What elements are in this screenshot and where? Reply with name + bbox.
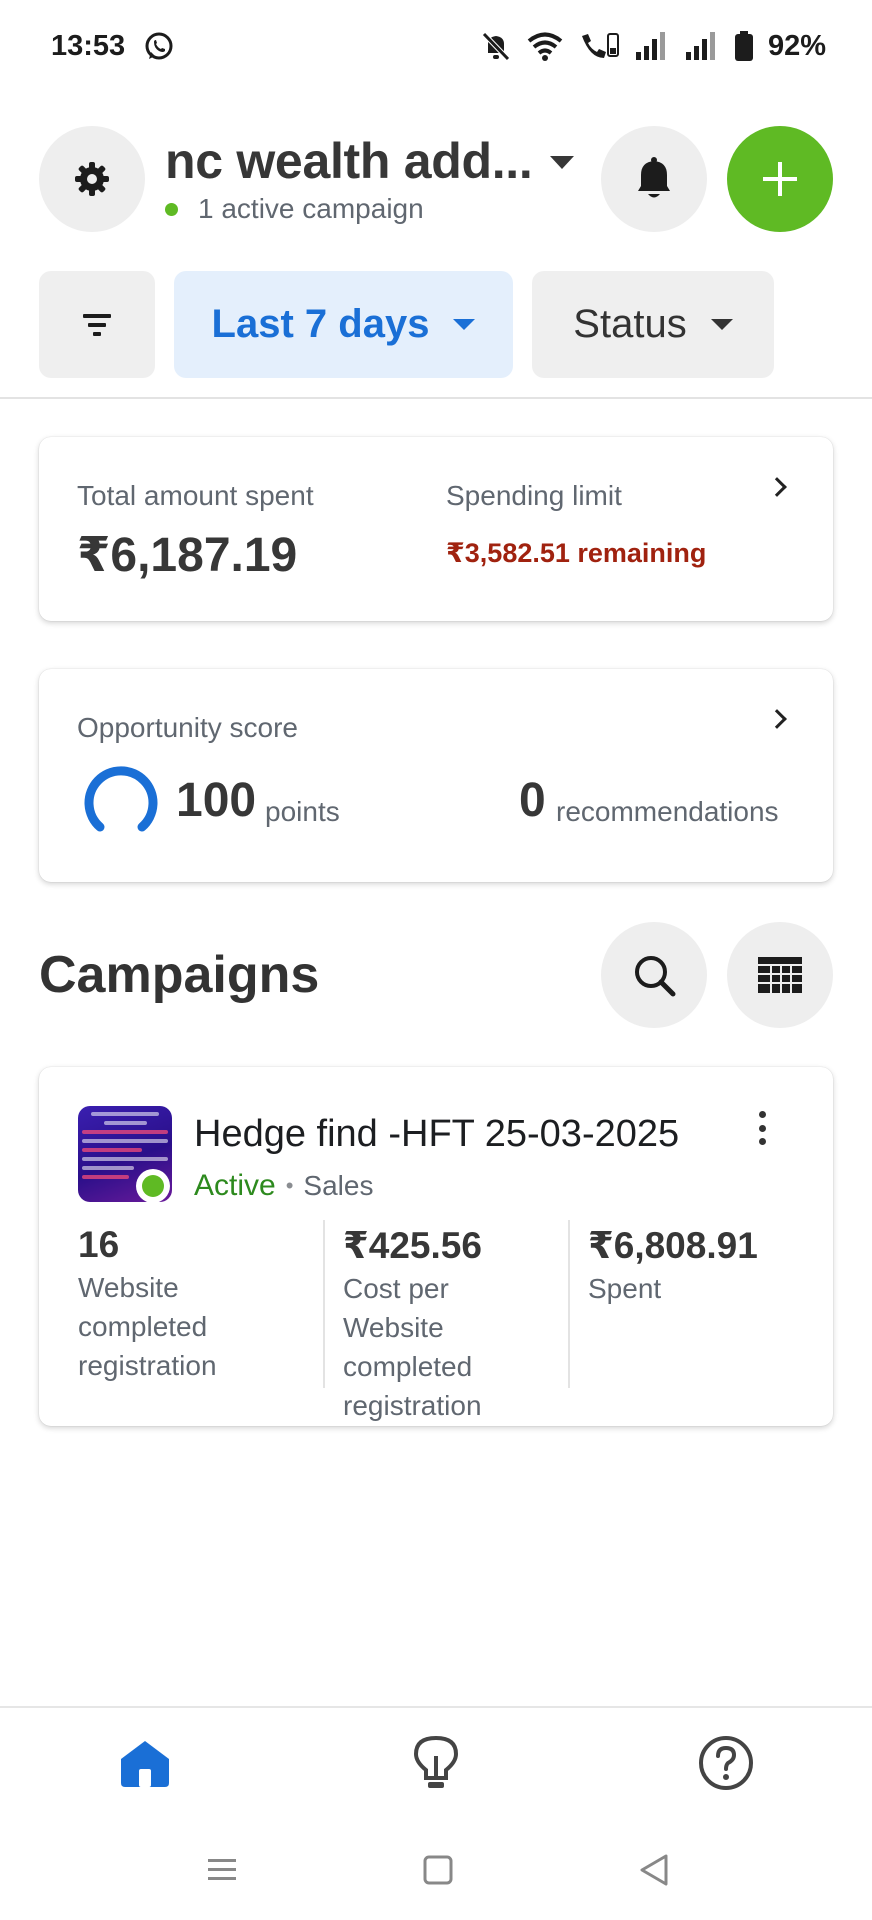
filter-icon <box>83 313 111 336</box>
chevron-down-icon <box>710 319 733 330</box>
campaign-metrics: 16 Website completed registration ₹425.5… <box>78 1220 808 1421</box>
create-button[interactable] <box>727 126 833 232</box>
date-range-dropdown[interactable]: Last 7 days <box>174 271 513 378</box>
chevron-down-icon <box>453 319 476 330</box>
spending-limit-remaining: ₹3,582.51 remaining <box>446 538 707 568</box>
spending-limit-label: Spending limit <box>446 480 622 511</box>
divider <box>0 397 872 399</box>
metric-label: Spent <box>588 1273 662 1304</box>
account-selector[interactable]: nc wealth add... <box>165 132 533 190</box>
help-icon <box>699 1736 753 1790</box>
signal-icon <box>685 32 715 60</box>
wifi-calling-icon <box>581 33 619 58</box>
recent-apps-button[interactable] <box>200 1848 244 1892</box>
bottom-navigation <box>0 1706 872 1820</box>
table-view-button[interactable] <box>727 922 833 1028</box>
campaign-card[interactable]: Hedge find -HFT 25-03-2025 Active • Sale… <box>39 1067 833 1426</box>
campaign-status-label: Active <box>194 1169 276 1202</box>
active-campaign-count: 1 active campaign <box>198 193 424 224</box>
search-button[interactable] <box>601 922 707 1028</box>
home-button[interactable] <box>416 1848 460 1892</box>
metric-label: Cost per Website completed registration <box>343 1273 482 1421</box>
status-time: 13:53 <box>51 30 126 62</box>
home-icon <box>121 1741 169 1787</box>
score-unit-label: points <box>265 796 340 827</box>
gear-icon <box>75 162 109 196</box>
active-status-dot <box>165 202 178 216</box>
campaign-status: Active • Sales <box>194 1169 373 1203</box>
nav-help[interactable] <box>691 1728 761 1798</box>
menu-icon <box>208 1859 236 1880</box>
opportunity-score-value: 100 <box>176 774 257 827</box>
metric-value: ₹6,808.91 <box>588 1225 758 1266</box>
mute-bell-icon <box>482 32 510 61</box>
nav-home[interactable] <box>110 1728 180 1798</box>
system-navigation-bar <box>0 1820 872 1920</box>
back-triangle-icon <box>640 1854 668 1886</box>
campaign-name[interactable]: Hedge find -HFT 25-03-2025 <box>194 1113 679 1156</box>
status-bar: 13:53 92% <box>0 0 872 96</box>
campaigns-title: Campaigns <box>39 946 320 1004</box>
whatsapp-icon <box>145 32 173 60</box>
notifications-button[interactable] <box>601 126 707 232</box>
active-status-dot <box>136 1169 170 1203</box>
bell-icon <box>638 157 670 198</box>
total-spent-label: Total amount spent <box>77 480 314 511</box>
square-icon <box>423 1855 453 1885</box>
metric-value: ₹425.56 <box>343 1225 482 1266</box>
filter-button[interactable] <box>39 271 155 378</box>
more-options-icon[interactable] <box>757 1111 767 1145</box>
recommendations-count: 0 <box>519 774 546 827</box>
settings-button[interactable] <box>39 126 145 232</box>
plus-icon <box>763 162 797 196</box>
metric-spent: ₹6,808.91 Spent <box>568 1220 808 1388</box>
score-ring-icon <box>84 766 158 832</box>
recommendations-label: recommendations <box>556 796 779 827</box>
metric-value: 16 <box>78 1224 120 1265</box>
lightbulb-icon <box>413 1735 459 1788</box>
battery-percent: 92% <box>767 29 826 62</box>
back-button[interactable] <box>632 1848 676 1892</box>
chevron-right-icon <box>767 477 787 497</box>
total-spent-value: ₹6,187.19 <box>77 529 298 582</box>
wifi-icon <box>527 32 563 61</box>
opportunity-score-card[interactable]: Opportunity score 100 points 0 recommend… <box>39 669 833 882</box>
campaign-objective: Sales <box>303 1170 374 1201</box>
metric-label: Website completed registration <box>78 1272 217 1381</box>
spend-summary-card[interactable]: Total amount spent ₹6,187.19 Spending li… <box>39 437 833 621</box>
date-range-label: Last 7 days <box>211 302 430 346</box>
opportunity-score-label: Opportunity score <box>77 712 298 743</box>
status-dropdown[interactable]: Status <box>532 271 774 378</box>
signal-icon <box>635 32 665 60</box>
metric-cost-per-result: ₹425.56 Cost per Website completed regis… <box>323 1220 549 1421</box>
separator-dot: • <box>285 1173 294 1198</box>
nav-recommendations[interactable] <box>401 1728 471 1798</box>
account-subtitle: 1 active campaign <box>165 193 424 225</box>
chevron-right-icon <box>767 709 787 729</box>
chevron-down-icon[interactable] <box>550 156 574 169</box>
table-icon <box>758 957 802 993</box>
status-icons: 92% <box>480 28 826 64</box>
battery-icon <box>734 31 753 61</box>
status-label: Status <box>573 302 687 346</box>
search-icon <box>635 956 676 997</box>
metric-results: 16 Website completed registration <box>78 1220 304 1388</box>
